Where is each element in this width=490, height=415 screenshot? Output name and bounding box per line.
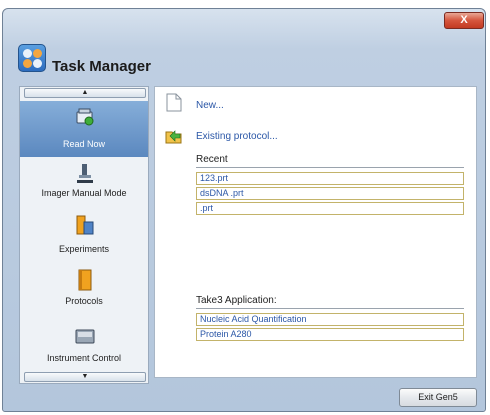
protocols-icon bbox=[78, 269, 92, 291]
recent-divider bbox=[196, 167, 464, 168]
exit-gen5-button[interactable]: Exit Gen5 bbox=[399, 388, 477, 407]
open-folder-icon bbox=[165, 130, 182, 144]
sidebar-item-label: Protocols bbox=[65, 296, 103, 306]
sidebar-item-protocols[interactable]: Protocols bbox=[20, 266, 148, 322]
task-manager-window: X Task Manager ▲ Read Now Imager Manual … bbox=[0, 0, 490, 415]
recent-item[interactable]: 123.prt bbox=[196, 172, 464, 185]
sidebar-item-label: Read Now bbox=[62, 139, 106, 149]
sidebar-item-read-now[interactable]: Read Now bbox=[20, 101, 148, 157]
app-title: Task Manager bbox=[52, 58, 151, 75]
instrument-icon bbox=[75, 329, 95, 344]
read-now-icon bbox=[76, 108, 94, 126]
microscope-icon bbox=[77, 164, 93, 183]
sidebar-item-imager-manual-mode[interactable]: Imager Manual Mode bbox=[20, 158, 148, 214]
new-document-icon bbox=[166, 93, 182, 112]
new-protocol-link[interactable]: New... bbox=[196, 100, 224, 111]
gen5-logo-icon bbox=[18, 44, 46, 72]
recent-heading: Recent bbox=[196, 154, 228, 165]
sidebar-item-instrument-control[interactable]: Instrument Control bbox=[20, 322, 148, 378]
take3-divider bbox=[196, 308, 464, 309]
existing-protocol-link[interactable]: Existing protocol... bbox=[196, 131, 278, 142]
take3-item[interactable]: Nucleic Acid Quantification bbox=[196, 313, 464, 326]
sidebar-item-label: Experiments bbox=[58, 244, 110, 254]
sidebar-scroll-down-button[interactable]: ▼ bbox=[24, 372, 146, 382]
recent-item[interactable]: dsDNA .prt bbox=[196, 187, 464, 200]
recent-item[interactable]: .prt bbox=[196, 202, 464, 215]
take3-item[interactable]: Protein A280 bbox=[196, 328, 464, 341]
sidebar-item-label: Imager Manual Mode bbox=[41, 188, 127, 198]
take3-heading: Take3 Application: bbox=[196, 295, 277, 306]
sidebar-scroll-up-button[interactable]: ▲ bbox=[24, 88, 146, 98]
close-button[interactable]: X bbox=[444, 12, 484, 29]
experiments-icon bbox=[76, 215, 94, 235]
sidebar-item-experiments[interactable]: Experiments bbox=[20, 210, 148, 266]
sidebar-item-label: Instrument Control bbox=[46, 353, 122, 363]
